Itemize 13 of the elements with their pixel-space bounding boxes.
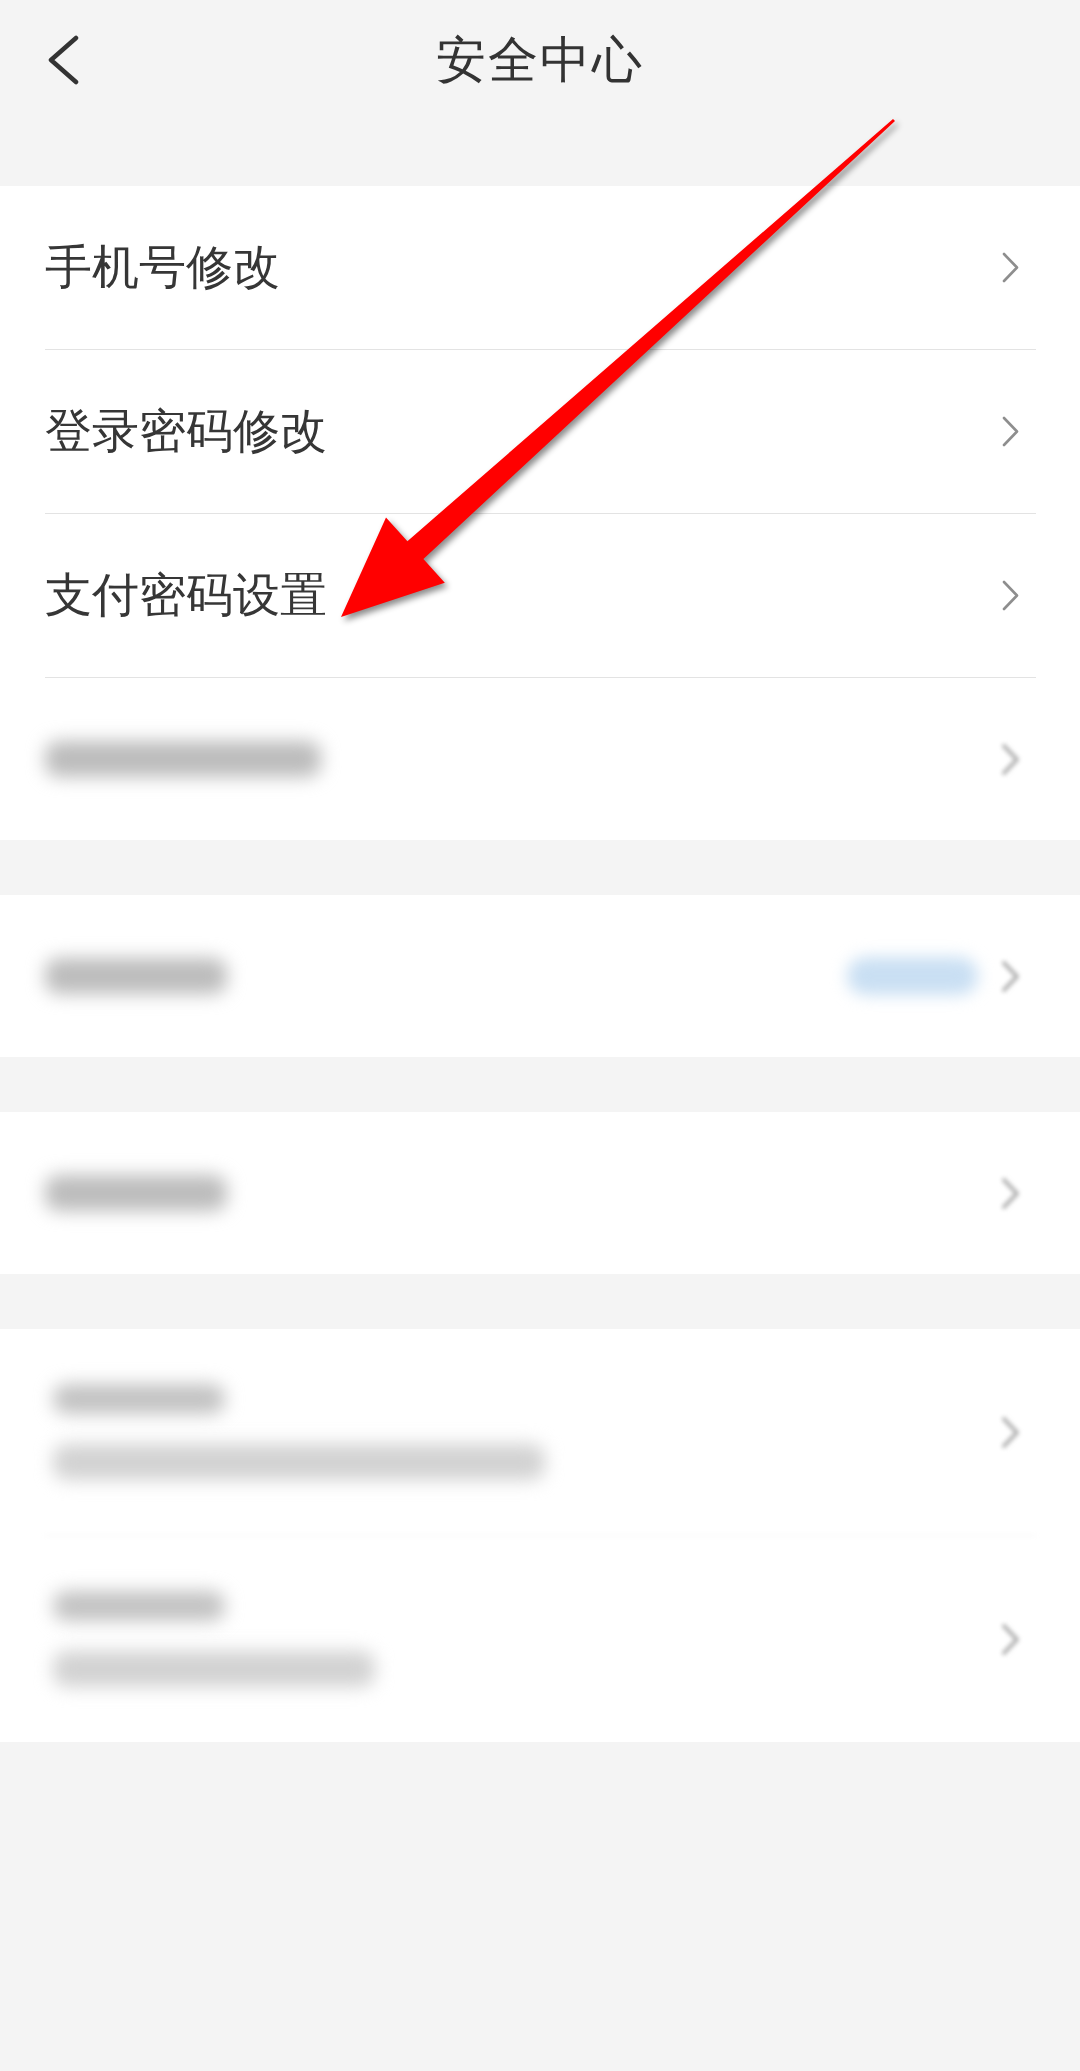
blurred-chevron-icon [1002, 1623, 1019, 1655]
chevron-icon [1002, 416, 1019, 447]
blurred-chevron-icon [1002, 743, 1019, 775]
blurred-chevron-icon [1002, 1416, 1019, 1448]
menu-item[interactable]: 手机号修改 [45, 239, 280, 296]
back-icon [47, 35, 79, 85]
blurred-chevron-icon [1002, 1177, 1019, 1209]
chevron-icon [1002, 580, 1019, 611]
chevron-icon [1002, 252, 1019, 283]
menu-item[interactable]: 支付密码设置 [45, 567, 327, 624]
blurred-chevron-icon [1002, 960, 1019, 992]
page-title: 安全中心 [436, 30, 644, 90]
menu-item[interactable]: 登录密码修改 [45, 403, 327, 460]
